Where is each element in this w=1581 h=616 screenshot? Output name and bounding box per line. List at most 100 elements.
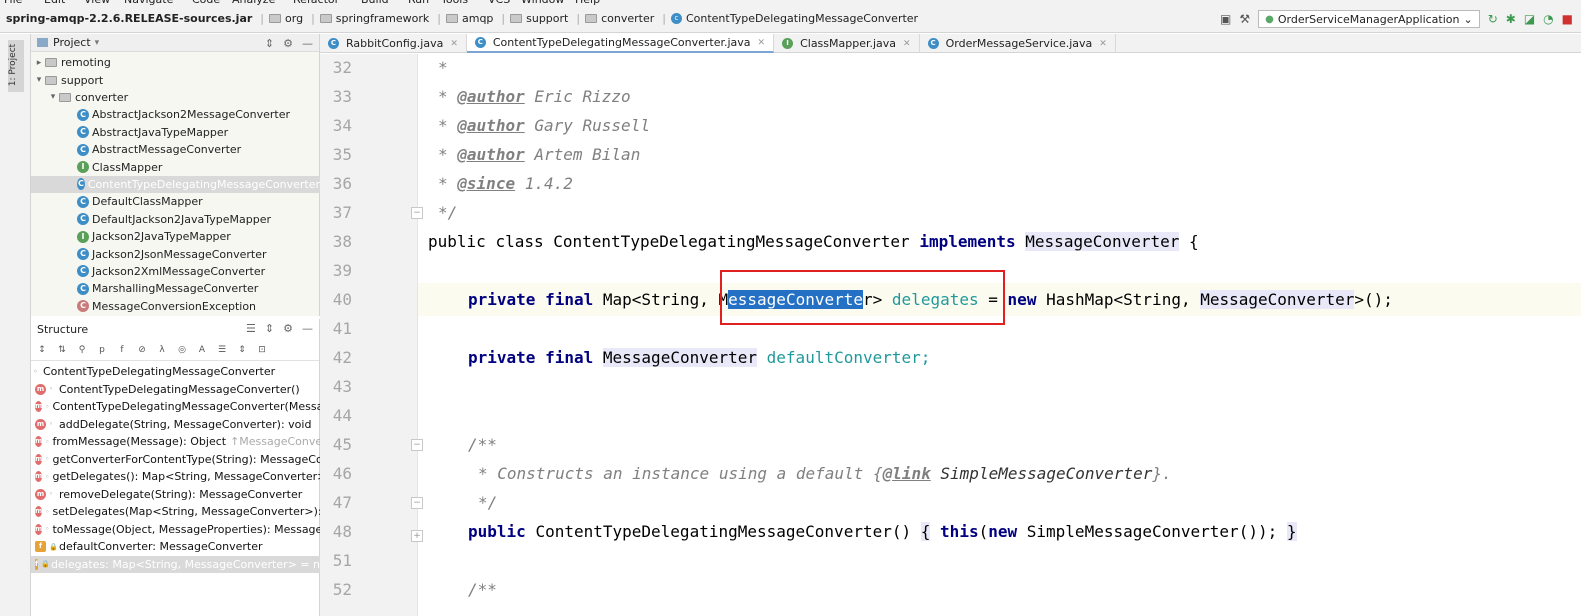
abstract-icon[interactable]: A — [195, 343, 209, 357]
structure-field[interactable]: f 🔒 delegates: Map<String, MessageConverte… — [31, 555, 320, 573]
tree-item[interactable]: C DefaultJackson2JavaTypeMapper — [31, 211, 320, 228]
project-panel-title[interactable]: Project — [53, 36, 91, 49]
build-hammer-icon[interactable]: ⚒ — [1239, 12, 1250, 26]
structure-method[interactable]: m ◦ setDelegates(Map<String, MessageConver… — [31, 503, 320, 521]
tree-item[interactable]: C MarshallingMessageConverter — [31, 280, 320, 297]
structure-method[interactable]: m ◦ toMessage(Object, MessageProperties): … — [31, 521, 320, 539]
tree-item-label: DefaultClassMapper — [92, 195, 203, 209]
tree-item[interactable]: C AbstractJackson2MessageConverter — [31, 106, 320, 123]
interface-icon: I — [77, 230, 89, 243]
chevron-down-icon[interactable]: ▾ — [95, 38, 100, 48]
structure-class-label: ContentTypeDelegatingMessageConverter — [43, 365, 276, 379]
close-icon[interactable]: ✕ — [758, 38, 766, 48]
tree-item-label: ClassMapper — [92, 160, 163, 174]
tree-item-label: support — [61, 73, 104, 87]
rerun-icon[interactable]: ↻ — [1488, 12, 1498, 26]
coverage-icon[interactable]: ◪ — [1524, 12, 1535, 26]
editor-tab[interactable]: C ContentTypeDelegatingMessageConverter.j… — [466, 34, 775, 53]
collapse-all-icon[interactable]: ⇕ — [235, 343, 249, 357]
autoscroll-icon[interactable]: ⊡ — [255, 343, 269, 357]
breadcrumb-jar[interactable]: spring-amqp-2.2.6.RELEASE-sources.jar — [0, 5, 256, 32]
left-tool-strip: 1: Project — [0, 34, 31, 616]
hide-icon[interactable]: — — [302, 37, 313, 50]
non-public-icon[interactable]: ⊘ — [135, 343, 149, 357]
breadcrumb-converter[interactable]: | converter — [572, 5, 658, 32]
gear-icon[interactable]: ⚙ — [283, 37, 293, 50]
gear-icon[interactable]: ⚙ — [283, 322, 293, 335]
chevron-down-icon[interactable]: ▾ — [47, 92, 59, 102]
breadcrumb-support[interactable]: | support — [497, 5, 572, 32]
folder-icon — [45, 58, 57, 68]
fold-marker-icon[interactable]: + — [411, 530, 423, 542]
collapse-all-icon[interactable]: ⇕ — [265, 322, 274, 335]
member-label: fromMessage(Message): Object — [52, 435, 227, 449]
breadcrumb-class[interactable]: | c ContentTypeDelegatingMessageConverter — [658, 5, 922, 32]
class-icon: C — [77, 248, 89, 261]
stop-icon[interactable]: ■ — [1562, 12, 1573, 26]
editor-tab[interactable]: C OrderMessageService.java ✕ — [920, 34, 1116, 53]
expand-all-icon[interactable]: ☰ — [246, 322, 256, 335]
tree-item[interactable]: ▾ converter — [31, 89, 320, 106]
breadcrumb-org[interactable]: | org — [256, 5, 307, 32]
structure-method[interactable]: m ◦ ContentTypeDelegatingMessageConverter(… — [31, 381, 320, 399]
tree-item[interactable]: C ContentTypeDelegatingMessageConverter — [31, 175, 320, 194]
fold-marker-icon[interactable]: − — [411, 497, 423, 509]
profile-icon[interactable]: ◔ — [1543, 12, 1553, 26]
tab-label: ClassMapper.java — [800, 37, 897, 50]
tree-item[interactable]: ▾ support — [31, 71, 320, 88]
tree-item[interactable]: C Jackson2JsonMessageConverter — [31, 245, 320, 262]
fields-icon[interactable]: f — [115, 343, 129, 357]
debug-icon[interactable]: ✱ — [1506, 12, 1516, 26]
expand-all-icon[interactable]: ☰ — [215, 343, 229, 357]
anonymous-icon[interactable]: ◎ — [175, 343, 189, 357]
properties-icon[interactable]: p — [95, 343, 109, 357]
structure-method[interactable]: m ◦ fromMessage(Message): Object ↑MessageCo… — [31, 433, 320, 451]
tree-item[interactable]: I ClassMapper — [31, 158, 320, 175]
sort-alpha-icon[interactable]: ⇅ — [55, 343, 69, 357]
breadcrumb-springframework[interactable]: | springframework — [307, 5, 433, 32]
layout-icon[interactable]: ▣ — [1220, 12, 1231, 26]
code-line-52: /** — [468, 580, 497, 599]
close-icon[interactable]: ✕ — [903, 39, 911, 49]
structure-method[interactable]: m ◦ removeDelegate(String): MessageConvert… — [31, 486, 320, 504]
tree-item[interactable]: C Jackson2XmlMessageConverter — [31, 263, 320, 280]
inherited-icon[interactable]: ⚲ — [75, 343, 89, 357]
structure-field[interactable]: f 🔒 defaultConverter: MessageConverter — [31, 538, 320, 556]
hide-icon[interactable]: — — [302, 322, 313, 335]
method-icon: m — [35, 383, 46, 395]
tree-item[interactable]: C AbstractJavaTypeMapper — [31, 124, 320, 141]
structure-method[interactable]: m ◦ addDelegate(String, MessageConverter):… — [31, 416, 320, 434]
close-icon[interactable]: ✕ — [1099, 39, 1107, 49]
structure-method[interactable]: m ◦ getDelegates(): Map<String, MessageCon… — [31, 468, 320, 486]
sort-visibility-icon[interactable]: ↕ — [35, 343, 49, 357]
structure-method[interactable]: m ◦ getConverterForContentType(String): Me… — [31, 451, 320, 469]
collapse-all-icon[interactable]: ⇕ — [265, 37, 274, 50]
code-editor[interactable]: 32 33 34 35 36 37 38 39 40 41 42 43 44 45 46 47 48 51 52 − −… — [320, 54, 1581, 616]
breadcrumb-amqp[interactable]: | amqp — [433, 5, 497, 32]
line-number: 39 — [332, 261, 352, 280]
chevron-right-icon[interactable]: ▸ — [33, 58, 45, 68]
tree-item[interactable]: C DefaultClassMapper — [31, 193, 320, 210]
visibility-icon: ◦ — [45, 472, 50, 481]
run-configuration-select[interactable]: ● OrderServiceManagerApplication ⌄ — [1258, 10, 1480, 28]
fold-marker-icon[interactable]: − — [411, 207, 423, 219]
code-line-32: * — [438, 58, 448, 77]
editor-tab[interactable]: I ClassMapper.java ✕ — [774, 34, 920, 53]
close-icon[interactable]: ✕ — [450, 39, 458, 49]
tree-item[interactable]: I Jackson2JavaTypeMapper — [31, 228, 320, 245]
editor-tab[interactable]: C RabbitConfig.java ✕ — [320, 34, 467, 53]
member-label: toMessage(Object, MessageProperties): Me… — [52, 522, 320, 536]
structure-method[interactable]: m ◦ ContentTypeDelegatingMessageConverter(… — [31, 398, 320, 416]
project-tool-tab[interactable]: 1: Project — [8, 40, 24, 92]
fold-marker-icon[interactable]: − — [411, 439, 423, 451]
tree-item[interactable]: ▸ remoting — [31, 54, 320, 71]
member-label: ContentTypeDelegatingMessageConverter(Me… — [52, 400, 320, 414]
tree-item[interactable]: C AbstractMessageConverter — [31, 141, 320, 158]
editor-gutter: 32 33 34 35 36 37 38 39 40 41 42 43 44 45 46 47 48 51 52 − −… — [320, 54, 423, 616]
chevron-down-icon[interactable]: ▾ — [33, 75, 45, 85]
class-icon: C — [927, 38, 939, 49]
structure-class-node[interactable]: ◦ ContentTypeDelegatingMessageConverter — [31, 363, 320, 381]
lambdas-icon[interactable]: λ — [155, 343, 169, 357]
code-line-35: * @author Artem Bilan — [438, 145, 641, 164]
tree-item[interactable]: C MessageConversionException — [31, 298, 320, 315]
